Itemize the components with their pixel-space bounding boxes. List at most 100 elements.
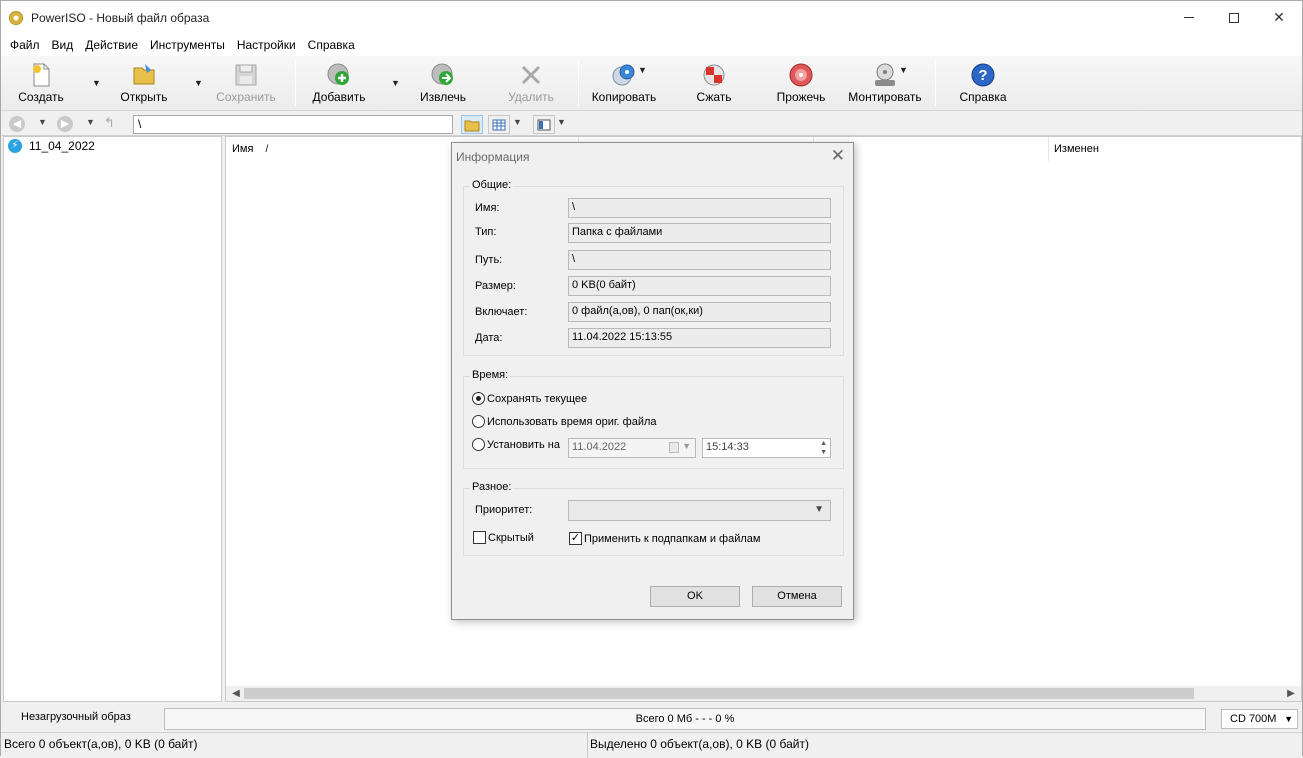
- mount-button[interactable]: Монтировать: [845, 60, 925, 108]
- folder-view-button[interactable]: [461, 115, 483, 134]
- type-label: Тип:: [475, 226, 497, 238]
- keep-current-radio[interactable]: Сохранять текущее: [472, 392, 587, 405]
- svg-text:?: ?: [978, 67, 987, 84]
- help-label: Справка: [959, 90, 1007, 104]
- compress-label: Сжать: [696, 90, 732, 104]
- use-original-label: Использовать время ориг. файла: [487, 415, 657, 428]
- information-dialog: Информация ✕ Общие: Имя: \ Тип: Папка с …: [451, 142, 854, 620]
- set-time-value: 15:14:33: [706, 441, 749, 453]
- create-button[interactable]: Создать: [1, 60, 81, 108]
- scroll-left-icon[interactable]: ◀: [228, 686, 244, 701]
- set-date-input[interactable]: 11.04.2022 ▼: [568, 438, 696, 458]
- up-folder-icon[interactable]: ↰: [104, 115, 115, 131]
- mount-dropdown-icon[interactable]: ▼: [899, 65, 909, 75]
- burn-label: Прожечь: [776, 90, 826, 104]
- menu-action[interactable]: Действие: [80, 38, 143, 52]
- chevron-down-icon: ▼: [682, 441, 691, 451]
- open-folder-icon: [133, 64, 155, 85]
- path-input[interactable]: \: [133, 115, 453, 134]
- hidden-label: Скрытый: [488, 531, 534, 544]
- delete-button[interactable]: Удалить: [491, 60, 571, 108]
- layout-button[interactable]: [533, 115, 555, 134]
- ok-button[interactable]: OK: [650, 586, 740, 607]
- back-icon[interactable]: ◀: [9, 116, 25, 132]
- open-button[interactable]: Открыть: [104, 60, 184, 108]
- extract-icon: [431, 63, 453, 85]
- maximize-button[interactable]: [1211, 1, 1257, 34]
- use-original-radio[interactable]: Использовать время ориг. файла: [472, 415, 657, 428]
- toolbar-separator: [578, 60, 579, 106]
- misc-group: Разное: Приоритет: ▼ Скрытый ✓ Применить…: [463, 481, 844, 556]
- forward-dropdown-icon[interactable]: ▼: [86, 117, 95, 127]
- priority-label: Приоритет:: [475, 504, 533, 516]
- dialog-close-icon[interactable]: ✕: [831, 146, 845, 166]
- hidden-checkbox[interactable]: Скрытый: [473, 531, 534, 544]
- extract-button[interactable]: Извлечь: [403, 60, 483, 108]
- menu-file[interactable]: Файл: [5, 38, 45, 52]
- dialog-title: Информация: [456, 150, 530, 164]
- view-mode-button[interactable]: [488, 115, 510, 134]
- column-name-label: Имя: [232, 143, 254, 155]
- column-header-modified[interactable]: Изменен: [1054, 137, 1099, 161]
- tree-item-root[interactable]: ⚡ 11_04_2022: [8, 139, 95, 153]
- add-button[interactable]: Добавить: [299, 60, 379, 108]
- media-size-value: CD 700M: [1230, 713, 1277, 725]
- misc-group-label: Разное:: [470, 481, 514, 493]
- column-divider[interactable]: [1048, 137, 1049, 161]
- image-root-icon: ⚡: [8, 139, 22, 153]
- copy-button[interactable]: Копировать: [584, 60, 664, 108]
- checkmark-icon: ✓: [569, 532, 582, 545]
- size-field: 0 KB(0 байт): [568, 276, 831, 296]
- copy-dropdown-icon[interactable]: ▼: [638, 65, 648, 75]
- scroll-thumb[interactable]: [244, 688, 1194, 699]
- spinner-icon[interactable]: ▲ ▼: [820, 439, 827, 457]
- window-title: PowerISO - Новый файл образа: [31, 11, 210, 25]
- menu-settings[interactable]: Настройки: [232, 38, 301, 52]
- media-size-select[interactable]: CD 700M ▼: [1221, 709, 1298, 729]
- general-group: Общие: Имя: \ Тип: Папка с файлами Путь:…: [463, 179, 844, 356]
- minimize-button[interactable]: [1166, 1, 1212, 34]
- extract-label: Извлечь: [419, 90, 466, 104]
- menu-help[interactable]: Справка: [303, 38, 360, 52]
- apply-subfolders-label: Применить к подпапкам и файлам: [584, 532, 761, 545]
- menu-tools[interactable]: Инструменты: [145, 38, 230, 52]
- column-header-name[interactable]: Имя /: [232, 137, 268, 161]
- layout-dropdown-icon[interactable]: ▼: [557, 117, 566, 127]
- copy-label: Копировать: [591, 90, 657, 104]
- priority-select[interactable]: ▼: [568, 500, 831, 521]
- back-dropdown-icon[interactable]: ▼: [38, 117, 47, 127]
- scroll-right-icon[interactable]: ▶: [1283, 686, 1299, 701]
- add-icon: [327, 63, 349, 85]
- type-field: Папка с файлами: [568, 223, 831, 243]
- save-button[interactable]: Сохранить: [206, 60, 286, 108]
- horizontal-scrollbar[interactable]: ◀ ▶: [226, 686, 1301, 701]
- burn-button[interactable]: Прожечь: [761, 60, 841, 108]
- close-icon: ✕: [1273, 9, 1285, 25]
- toolbar-separator: [295, 60, 296, 106]
- create-dropdown-icon[interactable]: ▼: [92, 78, 102, 88]
- apply-subfolders-checkbox[interactable]: ✓ Применить к подпапкам и файлам: [569, 532, 760, 545]
- add-dropdown-icon[interactable]: ▼: [391, 78, 401, 88]
- view-mode-dropdown-icon[interactable]: ▼: [513, 117, 522, 127]
- delete-label: Удалить: [508, 90, 554, 104]
- set-time-input[interactable]: 15:14:33 ▲ ▼: [702, 438, 831, 458]
- help-button[interactable]: ? Справка: [943, 60, 1023, 108]
- chevron-down-icon: ▼: [814, 504, 824, 515]
- cancel-button[interactable]: Отмена: [752, 586, 842, 607]
- open-dropdown-icon[interactable]: ▼: [194, 78, 204, 88]
- poweriso-window: PowerISO - Новый файл образа ✕ Файл Вид …: [0, 0, 1303, 758]
- menu-view[interactable]: Вид: [47, 38, 79, 52]
- set-to-radio[interactable]: Установить на: [472, 438, 560, 451]
- mount-label: Монтировать: [848, 90, 922, 104]
- total-objects-status: Всего 0 объект(а,ов), 0 KB (0 байт): [4, 737, 198, 751]
- burn-disc-icon: [789, 63, 813, 87]
- radio-empty-icon: [472, 438, 485, 451]
- save-icon: [235, 64, 257, 86]
- time-group-label: Время:: [470, 369, 511, 381]
- compress-button[interactable]: Сжать: [674, 60, 754, 108]
- capacity-bar: Всего 0 Мб - - - 0 %: [164, 708, 1206, 730]
- close-button[interactable]: ✕: [1256, 1, 1302, 34]
- radio-selected-icon: [472, 392, 485, 405]
- forward-icon[interactable]: ▶: [57, 116, 73, 132]
- path-label: Путь:: [475, 254, 503, 266]
